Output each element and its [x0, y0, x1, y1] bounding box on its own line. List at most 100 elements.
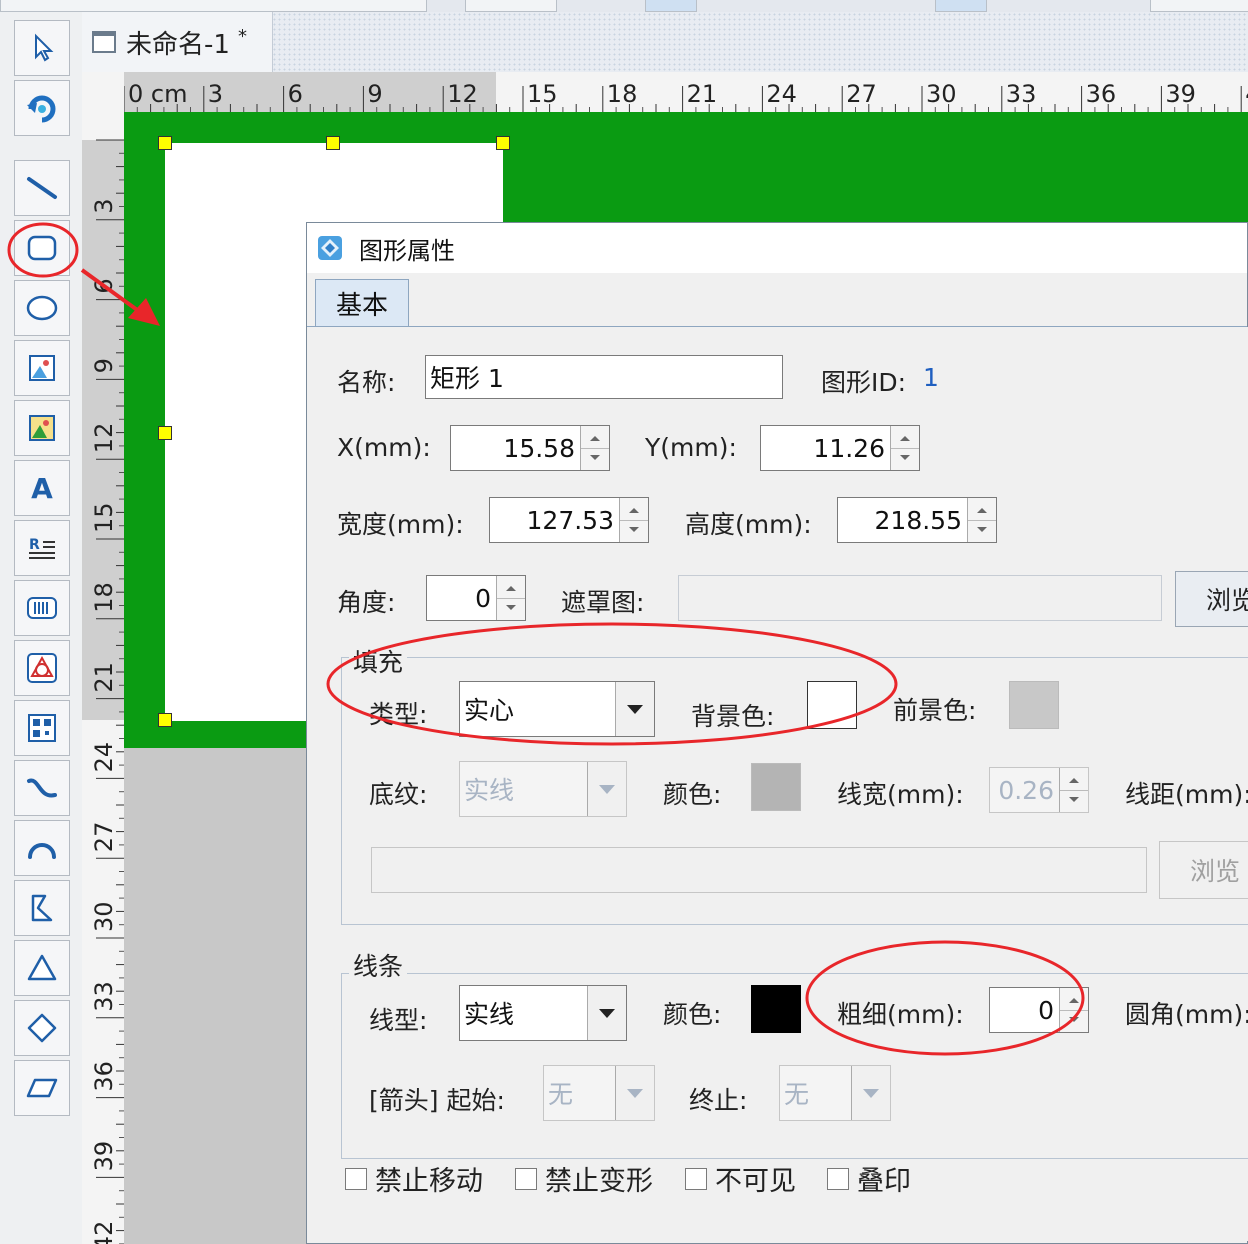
pattern-select[interactable]: 实线 [459, 761, 627, 817]
triangle-tool-button[interactable] [14, 940, 70, 996]
background-color-swatch[interactable] [807, 681, 857, 729]
checkbox-box[interactable] [685, 1167, 707, 1190]
arrow-end-value: 无 [784, 1080, 810, 1109]
shape-id-label: 图形ID: [821, 368, 907, 397]
arrow-start-label: [箭头] 起始: [369, 1086, 505, 1115]
invisible-checkbox[interactable]: 不可见 [685, 1159, 796, 1198]
rounded-rect-tool-button[interactable] [14, 220, 70, 276]
angle-input[interactable]: 0 [426, 575, 526, 621]
chevron-down-icon[interactable] [851, 1066, 890, 1120]
barcode-tool-button[interactable] [14, 580, 70, 636]
angle-spinner[interactable] [496, 576, 525, 620]
fill-browse-button[interactable]: 浏览 [1159, 841, 1248, 899]
ruler-tick-label: 27 [90, 822, 118, 853]
image-tool-button[interactable] [14, 340, 70, 396]
ruler-tick-label: 24 [766, 80, 797, 108]
width-label: 宽度(mm): [337, 510, 464, 539]
height-spinner[interactable] [967, 498, 996, 542]
select-tool-button[interactable] [14, 20, 70, 76]
ruler-corner [82, 72, 124, 112]
x-input[interactable]: 15.58 [450, 425, 610, 471]
ruler-tick-label: 30 [926, 80, 957, 108]
checkbox-box[interactable] [515, 1167, 537, 1190]
ruler-unit-label: 0 cm [128, 80, 187, 108]
vertical-ruler-ticks: 3691215182124273033363942 [82, 139, 124, 1244]
name-input[interactable]: 矩形 1 [425, 355, 783, 399]
lock-resize-checkbox[interactable]: 禁止变形 [515, 1159, 653, 1198]
thickness-input[interactable]: 0 [989, 987, 1089, 1033]
y-input[interactable]: 11.26 [760, 425, 920, 471]
y-spinner[interactable] [890, 426, 919, 470]
qrcode-tool-button[interactable] [14, 700, 70, 756]
overprint-checkbox[interactable]: 叠印 [827, 1159, 911, 1198]
chevron-down-icon[interactable] [587, 762, 626, 816]
fill-image-path-input[interactable] [371, 847, 1147, 893]
x-spinner[interactable] [580, 426, 609, 470]
document-tab[interactable]: 未命名-1 * [82, 12, 273, 72]
arrow-start-select[interactable]: 无 [543, 1065, 655, 1121]
chevron-down-icon[interactable] [615, 1066, 654, 1120]
fill-type-label: 类型: [369, 700, 428, 729]
ellipse-tool-button[interactable] [14, 280, 70, 336]
rotate-tool-button[interactable] [14, 80, 70, 136]
arrow-cursor-icon [35, 33, 54, 62]
chevron-down-icon[interactable] [615, 682, 654, 736]
name-label: 名称: [337, 368, 396, 397]
strip-segment [465, 0, 557, 12]
width-input[interactable]: 127.53 [489, 497, 649, 543]
resize-handle-top-right[interactable] [496, 136, 510, 150]
mask-browse-button[interactable]: 浏览 [1175, 571, 1248, 627]
resize-handle-top[interactable] [326, 136, 340, 150]
ruler-tick-label: 21 [687, 80, 718, 108]
foreground-color-swatch[interactable] [1009, 681, 1059, 729]
width-spinner[interactable] [619, 498, 648, 542]
text-tool-button[interactable]: A [14, 460, 70, 516]
resize-handle-bottom-left[interactable] [158, 713, 172, 727]
arrow-end-select[interactable]: 无 [779, 1065, 891, 1121]
thickness-spinner[interactable] [1059, 988, 1088, 1032]
triangle-icon [27, 954, 57, 981]
drawing-toolbar: A R [0, 12, 83, 1244]
vertical-ruler: 3 6 9 12 15 18 21 24 27 30 33 36 39 42 [82, 112, 125, 1244]
height-input[interactable]: 218.55 [837, 497, 997, 543]
arc-tool-button[interactable] [14, 820, 70, 876]
ruler-tick-label: 6 [90, 278, 118, 293]
y-value: 11.26 [813, 433, 885, 463]
ruler-tick-label: 21 [90, 662, 118, 693]
chevron-down-icon[interactable] [587, 986, 626, 1040]
pattern-color-label: 颜色: [663, 780, 722, 809]
diamond-tool-button[interactable] [14, 1000, 70, 1056]
resize-handle-left[interactable] [158, 426, 172, 440]
line-color-swatch[interactable] [751, 985, 801, 1033]
background-color-label: 背景色: [691, 702, 775, 731]
curve-tool-button[interactable] [14, 760, 70, 816]
ruler-tick-label: 36 [1086, 80, 1117, 108]
picture-tool-button[interactable] [14, 400, 70, 456]
ruler-tick-label: 33 [90, 981, 118, 1012]
parallelogram-tool-button[interactable] [14, 1060, 70, 1116]
arrow-end-label: 终止: [689, 1086, 748, 1115]
line-tool-button[interactable] [14, 160, 70, 216]
dialog-title: 图形属性 [359, 236, 455, 265]
tab-basic[interactable]: 基本 [315, 279, 409, 327]
picture-icon [29, 415, 55, 441]
resize-handle-top-left[interactable] [158, 136, 172, 150]
height-value: 218.55 [874, 505, 962, 535]
diamond-icon [27, 1013, 57, 1043]
shape-tool-button[interactable] [14, 640, 70, 696]
line-type-select[interactable]: 实线 [459, 985, 627, 1041]
overprint-label: 叠印 [857, 1166, 911, 1197]
shape-id-value: 1 [923, 363, 939, 392]
line-width-spinner[interactable] [1059, 768, 1088, 812]
checkbox-box[interactable] [345, 1167, 367, 1190]
lock-move-checkbox[interactable]: 禁止移动 [345, 1159, 483, 1198]
corner-radius-label: 圆角(mm): [1125, 1000, 1248, 1029]
rich-text-tool-button[interactable]: R [14, 520, 70, 576]
checkbox-box[interactable] [827, 1167, 849, 1190]
pattern-color-swatch[interactable] [751, 763, 801, 811]
polygon-tool-button[interactable] [14, 880, 70, 936]
fill-type-select[interactable]: 实心 [459, 681, 655, 737]
mask-input[interactable] [678, 575, 1162, 621]
line-width-input[interactable]: 0.26 [989, 767, 1089, 813]
invisible-label: 不可见 [715, 1166, 796, 1197]
